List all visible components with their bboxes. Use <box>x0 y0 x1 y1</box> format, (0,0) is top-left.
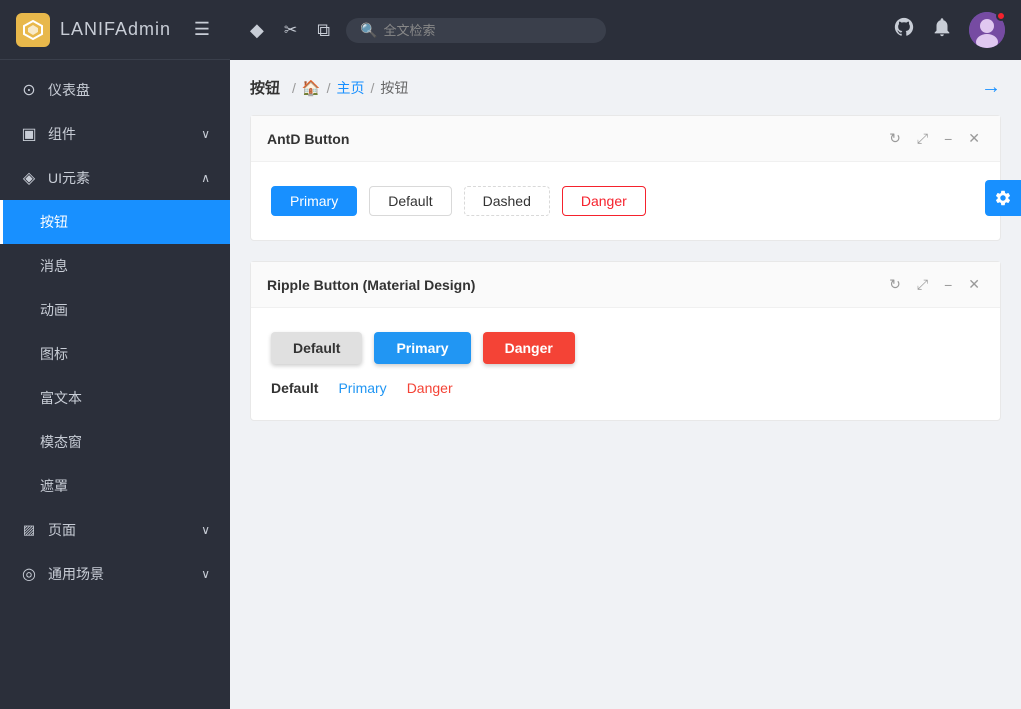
antd-card-body: Primary Default Dashed Danger <box>251 162 1000 240</box>
topbar-right <box>893 12 1005 48</box>
sidebar-item-label: UI元素 <box>48 168 90 188</box>
antd-button-card: AntD Button ↻ ⤢ − ✕ Primary Default Dash… <box>250 115 1001 241</box>
diamond-icon[interactable]: ◆ <box>246 16 268 45</box>
ripple-text-button-group: Default Primary Danger <box>271 380 980 396</box>
main-area: ◆ ✂ ⧉ 🔍 <box>230 0 1021 709</box>
sidebar-item-label: 仪表盘 <box>48 80 90 100</box>
github-icon[interactable] <box>893 16 915 44</box>
sidebar-item-label: 组件 <box>48 124 76 144</box>
sidebar-item-overlays[interactable]: 遮罩 <box>0 464 230 508</box>
antd-card-header: AntD Button ↻ ⤢ − ✕ <box>251 116 1000 162</box>
sidebar-item-label: 页面 <box>48 520 76 540</box>
sidebar-item-label: 遮罩 <box>40 476 68 496</box>
sidebar-item-pages[interactable]: ▨ 页面 ∨ <box>0 508 230 552</box>
sidebar-item-label: 按钮 <box>40 212 68 232</box>
sidebar-item-label: 消息 <box>40 256 68 276</box>
sidebar-item-label: 富文本 <box>40 388 82 408</box>
refresh-button[interactable]: ↻ <box>885 274 905 295</box>
expand-button[interactable]: ⤢ <box>913 274 932 295</box>
ripple-primary-button[interactable]: Primary <box>374 332 470 364</box>
ripple-text-danger-button[interactable]: Danger <box>407 380 453 396</box>
minimize-button[interactable]: − <box>940 128 956 149</box>
logo-text: LANIFAdmin <box>60 19 171 40</box>
sidebar-item-label: 模态窗 <box>40 432 82 452</box>
components-icon: ▣ <box>20 124 38 144</box>
ripple-default-button[interactable]: Default <box>271 332 362 364</box>
avatar-wrap[interactable] <box>969 12 1005 48</box>
antd-dashed-button[interactable]: Dashed <box>464 186 550 216</box>
search-box: 🔍 <box>346 18 606 43</box>
card-actions: ↻ ⤢ − ✕ <box>885 128 984 149</box>
ripple-text-default-button[interactable]: Default <box>271 380 318 396</box>
sidebar-logo: LANIFAdmin ☰ <box>0 0 230 60</box>
close-button[interactable]: ✕ <box>964 128 984 149</box>
breadcrumb-link-home[interactable]: 主页 <box>336 78 364 98</box>
exit-icon[interactable]: → <box>981 76 1001 99</box>
close-button[interactable]: ✕ <box>964 274 984 295</box>
ripple-text-primary-button[interactable]: Primary <box>338 380 386 396</box>
dashboard-icon: ⊙ <box>20 80 38 100</box>
ripple-danger-filled-button[interactable]: Danger <box>483 332 575 364</box>
chevron-down-icon: ∨ <box>201 567 210 581</box>
chevron-down-icon: ∨ <box>201 127 210 141</box>
sidebar-item-richtext[interactable]: 富文本 <box>0 376 230 420</box>
antd-card-title: AntD Button <box>267 131 885 147</box>
search-input[interactable] <box>384 23 593 38</box>
ripple-card-body: Default Primary Danger Default Primary D… <box>251 308 1000 420</box>
sidebar-item-label: 通用场景 <box>48 564 104 584</box>
breadcrumb-current: 按钮 <box>380 78 408 98</box>
scenarios-icon: ◎ <box>20 564 38 584</box>
refresh-button[interactable]: ↻ <box>885 128 905 149</box>
sidebar-item-ui-elements[interactable]: ◈ UI元素 ∧ <box>0 156 230 200</box>
sidebar-navigation: ⊙ 仪表盘 ▣ 组件 ∨ ◈ UI元素 ∧ 按钮 消息 动画 图标 <box>0 60 230 709</box>
chevron-down-icon: ∨ <box>201 523 210 537</box>
page-title: 按钮 <box>250 77 280 98</box>
sidebar-item-modals[interactable]: 模态窗 <box>0 420 230 464</box>
sidebar-item-messages[interactable]: 消息 <box>0 244 230 288</box>
sidebar-item-buttons[interactable]: 按钮 <box>0 200 230 244</box>
antd-button-group: Primary Default Dashed Danger <box>271 186 980 216</box>
notification-icon[interactable] <box>931 16 953 44</box>
antd-default-button[interactable]: Default <box>369 186 451 216</box>
chevron-up-icon: ∧ <box>201 171 210 185</box>
ripple-filled-button-group: Default Primary Danger <box>271 332 980 364</box>
logo-icon <box>16 13 50 47</box>
expand-button[interactable]: ⤢ <box>913 128 932 149</box>
hamburger-button[interactable]: ☰ <box>190 15 214 44</box>
topbar: ◆ ✂ ⧉ 🔍 <box>230 0 1021 60</box>
notification-dot <box>996 11 1006 21</box>
ui-elements-icon: ◈ <box>20 168 38 188</box>
scissors-icon[interactable]: ✂ <box>280 16 301 44</box>
search-icon: 🔍 <box>360 22 377 39</box>
sidebar-item-dashboard[interactable]: ⊙ 仪表盘 <box>0 68 230 112</box>
content-area: 按钮 / 🏠 / 主页 / 按钮 → AntD Button ↻ ⤢ − ✕ <box>230 60 1021 709</box>
ripple-card-title: Ripple Button (Material Design) <box>267 277 885 293</box>
sidebar-item-animations[interactable]: 动画 <box>0 288 230 332</box>
sidebar-item-scenarios[interactable]: ◎ 通用场景 ∨ <box>0 552 230 596</box>
copy-icon[interactable]: ⧉ <box>313 16 334 45</box>
breadcrumb: 按钮 / 🏠 / 主页 / 按钮 → <box>250 76 1001 99</box>
home-icon[interactable]: 🏠 <box>302 79 321 97</box>
sidebar-item-components[interactable]: ▣ 组件 ∨ <box>0 112 230 156</box>
card-actions: ↻ ⤢ − ✕ <box>885 274 984 295</box>
pages-icon: ▨ <box>20 522 38 538</box>
sidebar: LANIFAdmin ☰ ⊙ 仪表盘 ▣ 组件 ∨ ◈ UI元素 ∧ 按钮 消息 <box>0 0 230 709</box>
sidebar-item-label: 图标 <box>40 344 68 364</box>
antd-danger-button[interactable]: Danger <box>562 186 646 216</box>
ripple-card-header: Ripple Button (Material Design) ↻ ⤢ − ✕ <box>251 262 1000 308</box>
minimize-button[interactable]: − <box>940 274 956 295</box>
antd-primary-button[interactable]: Primary <box>271 186 357 216</box>
ripple-button-card: Ripple Button (Material Design) ↻ ⤢ − ✕ … <box>250 261 1001 421</box>
settings-float-button[interactable] <box>985 180 1021 216</box>
sidebar-item-icons[interactable]: 图标 <box>0 332 230 376</box>
sidebar-item-label: 动画 <box>40 300 68 320</box>
